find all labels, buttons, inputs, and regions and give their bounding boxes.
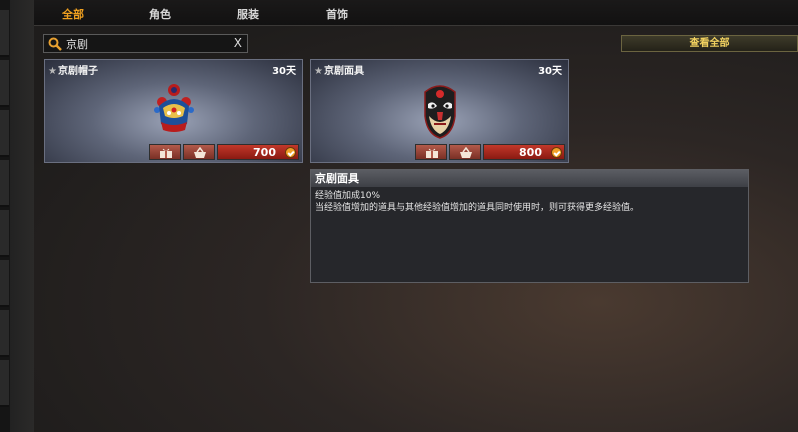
cart-button[interactable] [183, 144, 215, 160]
item-name: ★京剧帽子 [48, 62, 98, 77]
left-panel [10, 0, 34, 432]
left-rail-segment[interactable] [0, 210, 9, 257]
item-card-opera-hat[interactable]: ★京剧帽子 30天 700 [44, 59, 303, 163]
item-name-text: 京剧面具 [323, 66, 364, 77]
search-input[interactable] [66, 36, 226, 51]
item-duration: 30天 [538, 66, 562, 77]
basket-icon [460, 147, 472, 158]
left-rail [0, 0, 10, 432]
item-name-text: 京剧帽子 [57, 66, 98, 77]
item-price: 800 [519, 146, 542, 159]
star-icon[interactable]: ★ [314, 66, 323, 77]
tooltip-line: 当经验值增加的道具与其他经验值增加的道具同时使用时，则可获得更多经验值。 [315, 203, 640, 213]
item-duration: 30天 [272, 66, 296, 77]
item-price: 700 [253, 146, 276, 159]
view-all-button[interactable]: 查看全部 [621, 35, 798, 52]
left-rail-segment[interactable] [0, 260, 9, 307]
left-rail-segment[interactable] [0, 60, 9, 107]
gift-icon [426, 148, 438, 158]
gift-button[interactable] [149, 144, 181, 160]
opera-hat-icon [153, 84, 194, 132]
gift-button[interactable] [415, 144, 447, 160]
left-rail-segment[interactable] [0, 110, 9, 157]
item-name: ★京剧面具 [314, 62, 364, 77]
buy-price-button[interactable]: 700 [217, 144, 299, 160]
tooltip-title: 京剧面具 [311, 170, 748, 187]
category-tabbar: 全部 角色 服装 首饰 [34, 0, 798, 26]
buy-price-button[interactable]: 800 [483, 144, 565, 160]
tab-character[interactable]: 角色 [149, 6, 171, 22]
coin-icon [285, 147, 296, 158]
tab-accessories[interactable]: 首饰 [326, 6, 348, 22]
basket-icon [194, 147, 206, 158]
left-rail-segment[interactable] [0, 10, 9, 57]
item-actions: 700 [149, 144, 299, 160]
item-tooltip: 京剧面具 经验值加成10% 当经验值增加的道具与其他经验值增加的道具同时使用时，… [310, 169, 749, 283]
left-rail-segment[interactable] [0, 160, 9, 207]
tooltip-line: 经验值加成10% [315, 191, 381, 201]
gift-icon [160, 148, 172, 158]
item-actions: 800 [415, 144, 565, 160]
search-icon [48, 37, 62, 51]
clear-search-button[interactable]: X [234, 36, 242, 50]
coin-icon [551, 147, 562, 158]
item-card-opera-mask[interactable]: ★京剧面具 30天 800 [310, 59, 569, 163]
star-icon[interactable]: ★ [48, 66, 57, 77]
tab-all[interactable]: 全部 [62, 6, 84, 22]
cart-button[interactable] [449, 144, 481, 160]
opera-mask-icon [423, 85, 456, 139]
search-box: X [43, 34, 248, 53]
left-rail-segment[interactable] [0, 310, 9, 357]
tab-clothing[interactable]: 服装 [237, 6, 259, 22]
left-rail-segment[interactable] [0, 360, 9, 407]
